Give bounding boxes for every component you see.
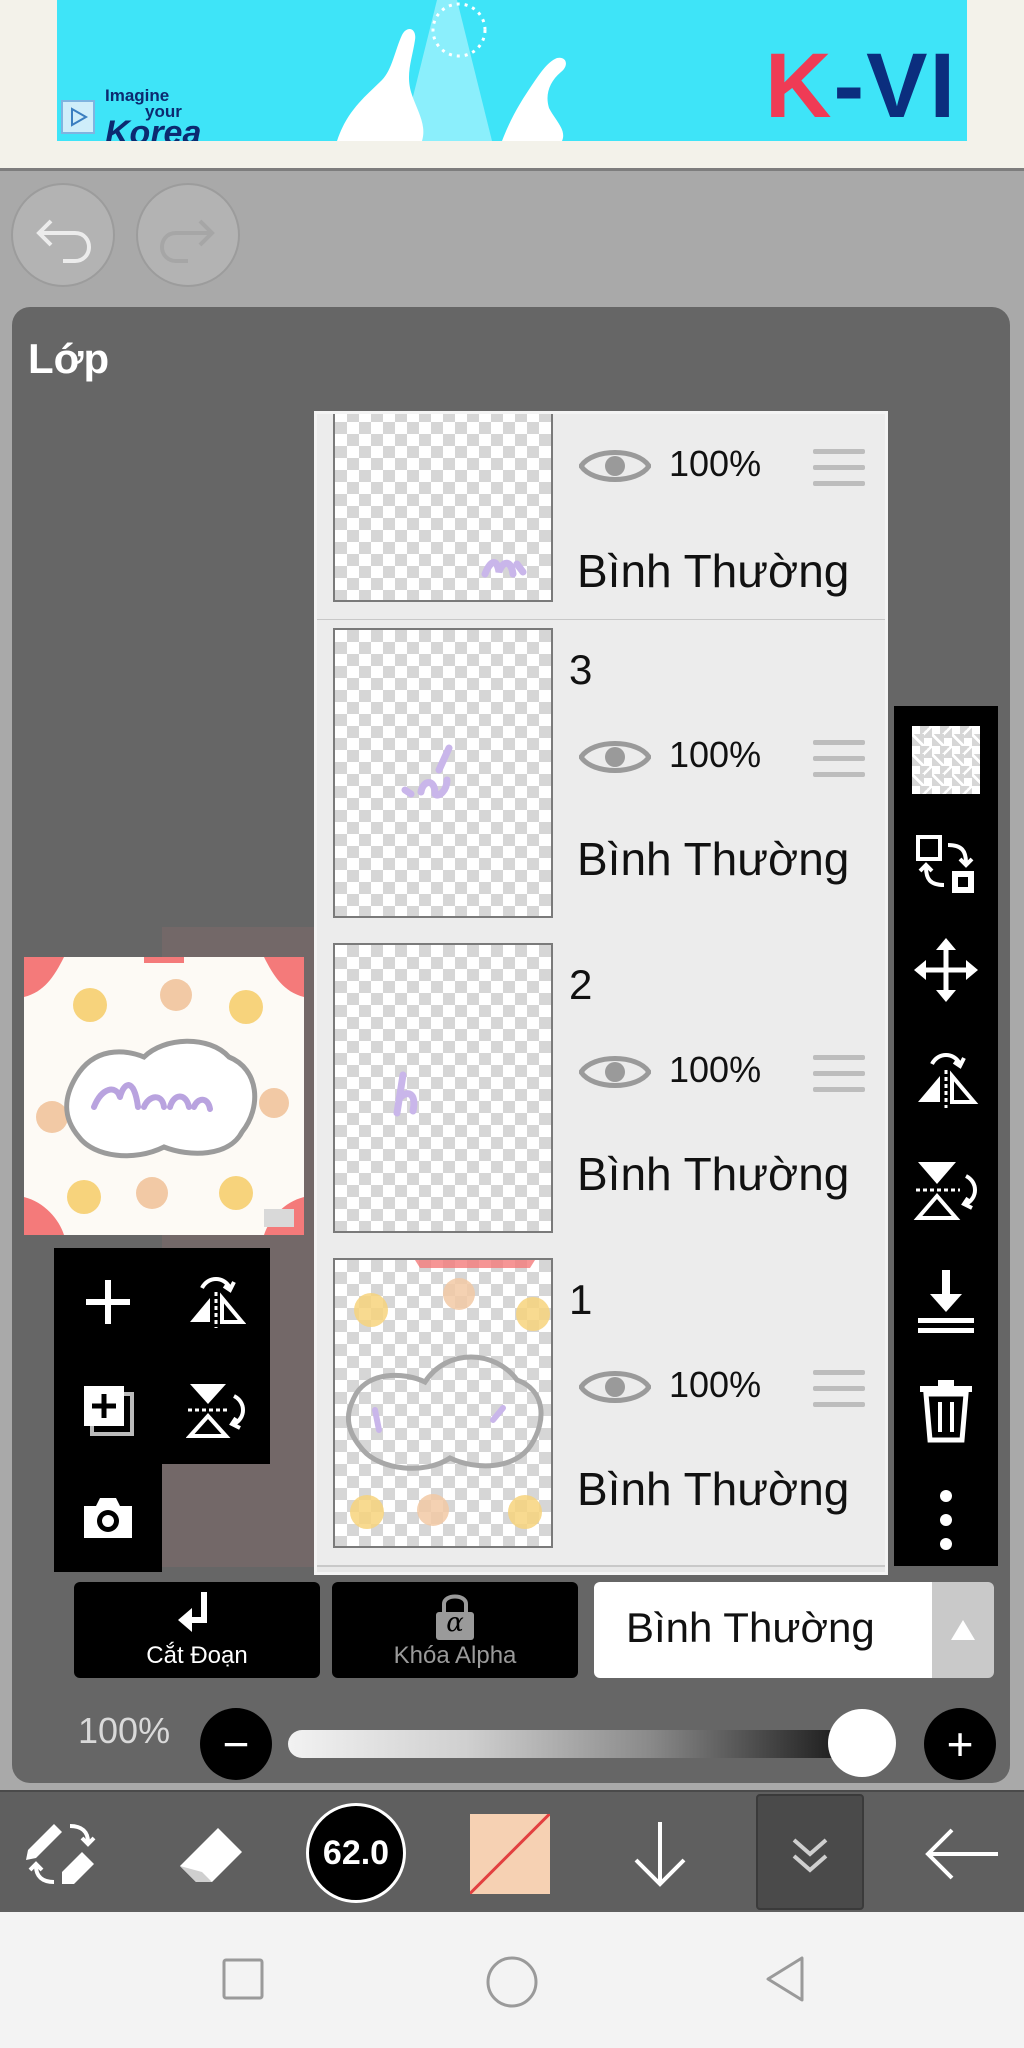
- ad-banner[interactable]: Imagine your Korea K-VI: [57, 0, 967, 141]
- layer-blend-mode: Bình Thường: [577, 833, 850, 885]
- eye-icon[interactable]: [579, 1365, 651, 1409]
- drag-handle-icon[interactable]: [813, 1055, 865, 1095]
- blend-mode-toggle[interactable]: [932, 1582, 994, 1678]
- layer-panel: Lớp 100% Bình Thường 3 100% Bình Thường …: [12, 307, 1010, 1783]
- swap-layers-icon[interactable]: [912, 831, 980, 899]
- clipping-icon: [178, 1592, 207, 1632]
- trash-icon[interactable]: [912, 1376, 980, 1444]
- layer-opacity: 100%: [669, 1049, 762, 1090]
- more-options-icon[interactable]: [912, 1486, 980, 1554]
- back-nav-icon[interactable]: [760, 1954, 810, 2004]
- layer-thumbnail: [333, 414, 553, 602]
- opacity-slider-thumb[interactable]: [828, 1709, 896, 1777]
- arrow-down-icon: [634, 1822, 686, 1887]
- layer-blend-mode: Bình Thường: [577, 1148, 850, 1200]
- opacity-value: 100%: [78, 1710, 171, 1751]
- arrow-left-icon: [925, 1828, 998, 1880]
- layer-item[interactable]: 1 100% Bình Thường: [317, 1250, 885, 1567]
- color-button[interactable]: [462, 1806, 558, 1902]
- ad-bar: Imagine your Korea K-VI: [0, 0, 1024, 171]
- back-button[interactable]: [914, 1806, 1010, 1902]
- layer-item[interactable]: 100% Bình Thường: [317, 414, 885, 621]
- ad-brand: K-VI: [764, 35, 957, 137]
- undo-button[interactable]: [11, 183, 115, 287]
- home-icon[interactable]: [484, 1954, 540, 2010]
- alpha-lock-label: Khóa Alpha: [393, 1642, 517, 1669]
- bottom-toolbar: 62.0: [0, 1790, 1024, 1914]
- opacity-increase-button[interactable]: +: [924, 1708, 996, 1780]
- undo-icon: [36, 219, 92, 263]
- move-layer-down-button[interactable]: [612, 1806, 708, 1902]
- ad-text-korea: Korea: [105, 114, 202, 141]
- color-swatch: [470, 1814, 550, 1894]
- layers-panel-button[interactable]: [756, 1794, 864, 1910]
- tool-switch-button[interactable]: [14, 1806, 110, 1902]
- layer-item[interactable]: 2 100% Bình Thường: [317, 935, 885, 1252]
- clipping-label: Cắt Đoạn: [146, 1642, 248, 1669]
- eye-icon[interactable]: [579, 444, 651, 488]
- layer-thumbnail: [333, 1258, 553, 1548]
- drag-handle-icon[interactable]: [813, 740, 865, 780]
- brush-size-button[interactable]: 62.0: [306, 1803, 406, 1903]
- layers-list[interactable]: 100% Bình Thường 3 100% Bình Thường 2 10…: [314, 411, 888, 1575]
- recents-icon[interactable]: [218, 1954, 268, 2004]
- blend-mode-value: Bình Thường: [626, 1604, 875, 1651]
- merge-down-icon[interactable]: [912, 1266, 980, 1334]
- brush-size-value: 62.0: [306, 1803, 406, 1903]
- eye-icon[interactable]: [579, 735, 651, 779]
- layer-name: 3: [569, 646, 593, 693]
- layer-blend-mode: Bình Thường: [577, 1463, 850, 1515]
- system-nav-bar: [0, 1912, 1024, 2048]
- layer-opacity: 100%: [669, 1364, 762, 1405]
- eraser-button[interactable]: [162, 1806, 258, 1902]
- camera-tool: [54, 1464, 162, 1572]
- clipping-button[interactable]: Cắt Đoạn: [74, 1582, 320, 1678]
- layer-opacity: 100%: [669, 443, 762, 484]
- drag-handle-icon[interactable]: [813, 1370, 865, 1410]
- layer-add-tools: [54, 1248, 270, 1464]
- layer-name: 1: [569, 1276, 593, 1323]
- redo-icon: [159, 219, 215, 263]
- alpha-lock-button[interactable]: α Khóa Alpha: [332, 1582, 578, 1678]
- layer-thumbnail: [333, 943, 553, 1233]
- eraser-icon: [180, 1828, 242, 1882]
- layer-item[interactable]: 3 100% Bình Thường: [317, 620, 885, 937]
- flip-horizontal-icon[interactable]: [912, 1046, 980, 1114]
- canvas-preview[interactable]: [24, 957, 304, 1235]
- alpha-symbol: α: [446, 1608, 464, 1638]
- layer-blend-mode: Bình Thường: [577, 545, 850, 597]
- move-icon[interactable]: [912, 936, 980, 1004]
- opacity-decrease-button[interactable]: −: [200, 1708, 272, 1780]
- drag-handle-icon[interactable]: [813, 449, 865, 489]
- redo-button[interactable]: [136, 183, 240, 287]
- camera-icon[interactable]: [68, 1478, 148, 1558]
- flip-vertical-icon[interactable]: [912, 1156, 980, 1224]
- minus-icon: −: [222, 1718, 250, 1770]
- preview-artwork: [24, 957, 304, 1235]
- panel-title: Lớp: [28, 335, 110, 382]
- plus-icon: +: [946, 1718, 974, 1770]
- eye-icon[interactable]: [579, 1050, 651, 1094]
- ad-dancers-graphic: [337, 0, 566, 141]
- pen-eraser-swap-icon: [26, 1824, 96, 1884]
- layer-name: 2: [569, 961, 593, 1008]
- ad-play-icon: [61, 100, 95, 134]
- transparency-icon[interactable]: [912, 726, 980, 794]
- chevron-up-icon: [951, 1620, 975, 1640]
- layer-thumbnail: [333, 628, 553, 918]
- double-chevron-down-icon: [792, 1838, 828, 1873]
- add-layer-icon[interactable]: [68, 1262, 148, 1342]
- blend-mode-select[interactable]: Bình Thường: [594, 1582, 932, 1678]
- duplicate-layer-icon[interactable]: [68, 1370, 148, 1450]
- opacity-slider[interactable]: [288, 1730, 890, 1758]
- flip-canvas-vertical-icon[interactable]: [176, 1370, 256, 1450]
- layer-tools-column: [894, 706, 998, 1566]
- layer-opacity: 100%: [669, 734, 762, 775]
- flip-canvas-horizontal-icon[interactable]: [176, 1262, 256, 1342]
